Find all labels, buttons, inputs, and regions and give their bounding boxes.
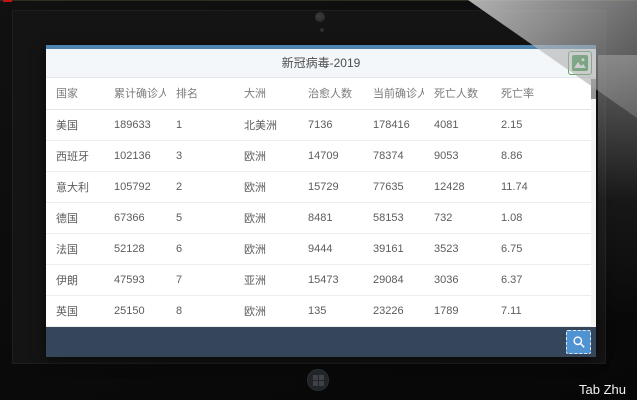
table-cell: 67366 (104, 202, 166, 233)
table-row: 意大利1057922欧洲15729776351242811.74 (46, 171, 591, 202)
table-cell: 欧洲 (234, 140, 298, 171)
column-header: 大洲 (234, 78, 298, 109)
camera-led-icon (320, 28, 324, 32)
table-cell: 2.15 (491, 109, 591, 140)
table-cell: 欧洲 (234, 296, 298, 327)
windows-logo-icon (313, 375, 324, 386)
table-cell: 102136 (104, 140, 166, 171)
table-body: 美国1896331北美洲713617841640812.15西班牙1021363… (46, 109, 591, 327)
table-cell: 意大利 (46, 171, 104, 202)
titlebar: 新冠病毒-2019 (46, 49, 596, 78)
table-cell: 2 (166, 171, 234, 202)
table-cell: 6.37 (491, 265, 591, 296)
table-cell: 11.74 (491, 171, 591, 202)
table-cell: 9053 (424, 140, 491, 171)
app-window: 新冠病毒-2019 国家累计确诊人数排名大洲治愈人数当前确诊 (46, 45, 596, 357)
table-cell: 105792 (104, 171, 166, 202)
table-cell: 6 (166, 233, 234, 264)
table-cell: 189633 (104, 109, 166, 140)
table-cell: 5 (166, 202, 234, 233)
table-cell: 法国 (46, 233, 104, 264)
recording-indicator (3, 0, 12, 2)
table-cell: 1 (166, 109, 234, 140)
table-cell: 8 (166, 296, 234, 327)
column-header: 死亡人数 (424, 78, 491, 109)
table-cell: 6.75 (491, 233, 591, 264)
table-cell: 3 (166, 140, 234, 171)
table-cell: 1789 (424, 296, 491, 327)
table-cell: 178416 (363, 109, 424, 140)
table-cell: 15729 (298, 171, 363, 202)
table-cell: 15473 (298, 265, 363, 296)
table-cell: 欧洲 (234, 171, 298, 202)
table-row: 法国521286欧洲94443916135236.75 (46, 233, 591, 264)
table-cell: 3523 (424, 233, 491, 264)
window-title: 新冠病毒-2019 (46, 49, 596, 77)
table-cell: 欧洲 (234, 202, 298, 233)
brand-text: Tab Zhu (579, 382, 626, 397)
table-row: 伊朗475937亚洲154732908430366.37 (46, 265, 591, 296)
table-cell: 7.11 (491, 296, 591, 327)
table-cell: 北美洲 (234, 109, 298, 140)
search-icon (572, 335, 586, 349)
column-header: 死亡率 (491, 78, 591, 109)
table-cell: 7 (166, 265, 234, 296)
column-header: 累计确诊人数 (104, 78, 166, 109)
column-header: 治愈人数 (298, 78, 363, 109)
table-cell: 9444 (298, 233, 363, 264)
export-image-button[interactable] (568, 51, 592, 75)
table-cell: 77635 (363, 171, 424, 202)
table-cell: 135 (298, 296, 363, 327)
table-header-row: 国家累计确诊人数排名大洲治愈人数当前确诊人数死亡人数死亡率 (46, 78, 591, 109)
table-cell: 3036 (424, 265, 491, 296)
table-row: 德国673665欧洲8481581537321.08 (46, 202, 591, 233)
table-cell: 8.86 (491, 140, 591, 171)
table-cell: 7136 (298, 109, 363, 140)
windows-home-button[interactable] (307, 369, 329, 391)
table-cell: 23226 (363, 296, 424, 327)
table-cell: 欧洲 (234, 233, 298, 264)
tablet-frame: 新冠病毒-2019 国家累计确诊人数排名大洲治愈人数当前确诊 (0, 0, 637, 400)
column-header: 排名 (166, 78, 234, 109)
column-header: 当前确诊人数 (363, 78, 424, 109)
search-button[interactable] (566, 330, 591, 354)
scrollbar-thumb[interactable] (591, 79, 596, 99)
table-cell: 12428 (424, 171, 491, 202)
table-cell: 伊朗 (46, 265, 104, 296)
table-cell: 29084 (363, 265, 424, 296)
data-table: 国家累计确诊人数排名大洲治愈人数当前确诊人数死亡人数死亡率 美国1896331北… (46, 78, 591, 327)
front-camera-icon (315, 12, 325, 22)
table-cell: 西班牙 (46, 140, 104, 171)
table-area: 国家累计确诊人数排名大洲治愈人数当前确诊人数死亡人数死亡率 美国1896331北… (46, 78, 596, 327)
table-cell: 14709 (298, 140, 363, 171)
bottom-toolbar (46, 327, 596, 357)
table-cell: 58153 (363, 202, 424, 233)
table-cell: 亚洲 (234, 265, 298, 296)
table-cell: 英国 (46, 296, 104, 327)
image-icon (572, 55, 588, 71)
table-cell: 47593 (104, 265, 166, 296)
table-cell: 25150 (104, 296, 166, 327)
scrollbar[interactable] (591, 78, 596, 327)
table-cell: 52128 (104, 233, 166, 264)
table-cell: 39161 (363, 233, 424, 264)
table-cell: 78374 (363, 140, 424, 171)
table-cell: 732 (424, 202, 491, 233)
table-cell: 德国 (46, 202, 104, 233)
table-row: 美国1896331北美洲713617841640812.15 (46, 109, 591, 140)
table-cell: 1.08 (491, 202, 591, 233)
column-header: 国家 (46, 78, 104, 109)
table-cell: 美国 (46, 109, 104, 140)
table-row: 英国251508欧洲1352322617897.11 (46, 296, 591, 327)
table-cell: 8481 (298, 202, 363, 233)
table-row: 西班牙1021363欧洲147097837490538.86 (46, 140, 591, 171)
table-cell: 4081 (424, 109, 491, 140)
